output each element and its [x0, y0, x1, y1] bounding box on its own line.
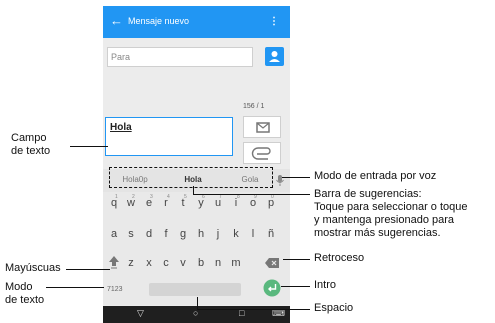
- phone-screen: ← Mensaje nuevo ⋮ Para 156 / 1 Hola Hola…: [103, 6, 290, 323]
- key[interactable]: b: [193, 257, 209, 269]
- callout-space-label: Espacio: [314, 302, 354, 314]
- app-title: Mensaje nuevo: [128, 16, 190, 26]
- callout-text-mode-label: Modo de texto: [5, 281, 45, 306]
- callout-line: [281, 286, 310, 287]
- key[interactable]: p: [263, 197, 279, 209]
- suggestion-bar-highlight: [109, 167, 273, 188]
- callout-line: [193, 194, 310, 195]
- key[interactable]: m: [228, 257, 244, 269]
- text-mode-key[interactable]: 7123: [107, 286, 123, 293]
- key[interactable]: o: [245, 197, 261, 209]
- recipient-input[interactable]: Para: [107, 47, 253, 67]
- paperclip-icon: [251, 147, 271, 160]
- enter-icon[interactable]: [263, 279, 281, 297]
- key[interactable]: a: [106, 228, 122, 240]
- callout-text-field-label: Campo de texto: [11, 132, 51, 157]
- key[interactable]: h: [193, 228, 209, 240]
- key[interactable]: s: [123, 228, 139, 240]
- overflow-menu-icon[interactable]: ⋮: [269, 16, 279, 27]
- key[interactable]: x: [141, 257, 157, 269]
- callout-shift-label: Mayúscuas: [5, 262, 61, 274]
- callout-line: [70, 146, 108, 147]
- character-counter: 156 / 1: [243, 103, 265, 110]
- key[interactable]: l: [245, 228, 261, 240]
- key[interactable]: n: [210, 257, 226, 269]
- contact-icon: [269, 51, 280, 62]
- space-bar[interactable]: [149, 283, 241, 296]
- key[interactable]: e: [141, 197, 157, 209]
- keyboard: 1 2 3 4 5 6 7 8 9 0 q w e r t y u i o p …: [103, 192, 290, 305]
- contact-button[interactable]: [265, 47, 284, 66]
- attach-button[interactable]: [243, 142, 281, 164]
- callout-suggestion-bar-label: Barra de sugerencias: Toque para selecci…: [314, 188, 468, 239]
- back-nav-icon[interactable]: ▽: [137, 308, 144, 319]
- callout-voice-input-label: Modo de entrada por voz: [314, 170, 437, 182]
- callout-enter-label: Intro: [314, 279, 337, 291]
- message-text-field[interactable]: Hola: [105, 117, 233, 156]
- key[interactable]: r: [158, 197, 174, 209]
- key[interactable]: t: [175, 197, 191, 209]
- send-mms-icon: [256, 122, 270, 133]
- key[interactable]: d: [141, 228, 157, 240]
- microphone-icon[interactable]: [275, 174, 285, 187]
- app-bar: ← Mensaje nuevo ⋮: [103, 6, 290, 38]
- key[interactable]: k: [228, 228, 244, 240]
- key[interactable]: c: [158, 257, 174, 269]
- callout-line: [283, 259, 310, 260]
- callout-line: [282, 177, 310, 178]
- key[interactable]: u: [210, 197, 226, 209]
- callout-line: [197, 297, 198, 309]
- callout-backspace-label: Retroceso: [314, 252, 365, 264]
- key[interactable]: w: [123, 197, 139, 209]
- backspace-icon[interactable]: [265, 258, 279, 268]
- key[interactable]: v: [175, 257, 191, 269]
- key[interactable]: j: [210, 228, 226, 240]
- callout-line: [66, 269, 110, 270]
- key[interactable]: i: [228, 197, 244, 209]
- key[interactable]: g: [175, 228, 191, 240]
- callout-line: [46, 287, 104, 288]
- key[interactable]: y: [193, 197, 209, 209]
- key[interactable]: ñ: [263, 228, 279, 240]
- key[interactable]: q: [106, 197, 122, 209]
- key[interactable]: z: [123, 257, 139, 269]
- callout-line: [193, 186, 194, 194]
- send-button[interactable]: [243, 116, 281, 138]
- shift-icon[interactable]: [108, 255, 120, 269]
- arrow-left-icon[interactable]: ←: [110, 14, 123, 28]
- recipient-row: Para: [103, 42, 290, 72]
- key[interactable]: f: [158, 228, 174, 240]
- callout-line: [197, 309, 310, 310]
